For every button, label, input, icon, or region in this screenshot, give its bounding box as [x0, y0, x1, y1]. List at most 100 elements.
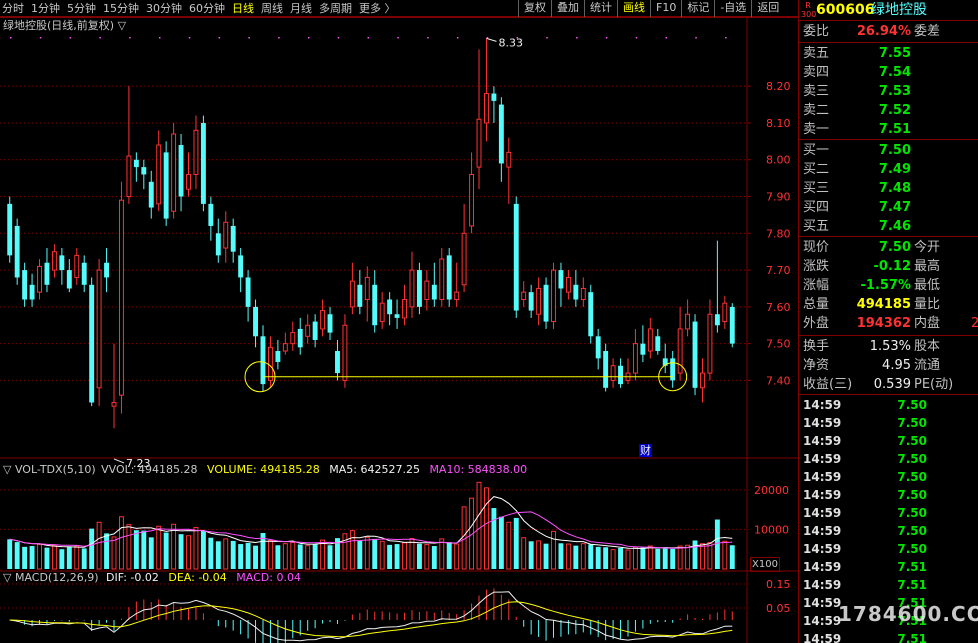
tick-row[interactable]: 14:59 7.50 [799, 450, 978, 468]
volume-bar [640, 547, 646, 569]
macd-indicator-name[interactable]: ▽ MACD(12,26,9) [3, 571, 99, 584]
volume-bar [51, 545, 57, 570]
tick-price: 7.51 [897, 578, 927, 592]
sell-level-price: 7.52 [878, 103, 911, 118]
quote-value: -0.12 [873, 259, 911, 274]
period-tab[interactable]: 5分钟 [67, 1, 96, 16]
period-tab[interactable]: 日线 [232, 1, 254, 16]
fundamental-label-2: 股本 [914, 339, 941, 354]
tick-time: 14:59 [803, 560, 842, 574]
buy-level-row: 买二 7.49 [799, 160, 978, 179]
event-dot [427, 37, 429, 39]
period-tab[interactable]: 周线 [261, 1, 283, 16]
tick-row[interactable]: 14:59 7.50 [799, 468, 978, 486]
volume-bar [565, 543, 571, 570]
candle [506, 137, 512, 204]
candle [305, 314, 311, 344]
volume-bar [431, 546, 437, 569]
candle [156, 130, 162, 212]
quote-label: 涨跌 [803, 259, 830, 274]
tick-row[interactable]: 14:59 7.51 [799, 558, 978, 576]
quote-row: 外盘 194362 内盘 2 [799, 314, 978, 333]
tick-row[interactable]: 14:59 7.50 [799, 504, 978, 522]
candle [677, 306, 683, 381]
period-tab[interactable]: 月线 [290, 1, 312, 16]
fundamental-label: 净资 [803, 358, 830, 373]
event-dot [129, 37, 131, 39]
sell-level-row: 卖一 7.51 [799, 120, 978, 139]
volume-bar [126, 524, 132, 570]
candle [461, 203, 467, 293]
buy-level-label: 买五 [803, 219, 830, 234]
tick-row[interactable]: 14:59 7.51 [799, 630, 978, 643]
fundamental-value: 4.95 [882, 358, 911, 373]
sell-level-row: 卖二 7.52 [799, 101, 978, 120]
period-tab[interactable]: 更多 〉 [359, 1, 396, 16]
tool-button[interactable]: 统计 [584, 0, 617, 17]
tick-price: 7.50 [897, 452, 927, 466]
divider [799, 42, 978, 43]
tool-button[interactable]: 叠加 [551, 0, 584, 17]
main-title[interactable]: 绿地控股(日线,前复权) ▽ [3, 19, 126, 32]
tick-row[interactable]: 14:59 7.50 [799, 540, 978, 558]
volume-bar [290, 541, 296, 570]
buy-level-price: 7.50 [878, 143, 911, 158]
chart-area[interactable]: 8.33 7.23 8.20 8.10 8.00 7.90 7.80 7.70 7.60 7.5… [0, 17, 798, 643]
quote-label-2: 内盘 [914, 316, 941, 331]
volume-bar [245, 542, 251, 569]
volume-bar [632, 546, 638, 570]
tool-button[interactable]: -自选 [714, 0, 751, 17]
quote-label-2: 最低 [914, 278, 941, 293]
volume-bar [677, 545, 683, 570]
period-tab[interactable]: 60分钟 [189, 1, 225, 16]
chart-tools: 复权 叠加 统计 画线 F10 标记 -自选 返回 [518, 0, 784, 17]
event-dot [635, 37, 638, 39]
tool-button[interactable]: F10 [650, 0, 681, 17]
finance-marker[interactable]: 财 [639, 444, 652, 457]
weicha-label: 委差 [914, 24, 941, 39]
tick-row[interactable]: 14:59 7.50 [799, 414, 978, 432]
tool-button[interactable]: 复权 [518, 0, 551, 17]
period-tab[interactable]: 15分钟 [103, 1, 139, 16]
tick-row[interactable]: 14:59 7.50 [799, 522, 978, 540]
candle [632, 328, 638, 381]
tick-row[interactable]: 14:59 7.51 [799, 576, 978, 594]
volume-bar [282, 543, 288, 570]
tick-row[interactable]: 14:59 7.50 [799, 396, 978, 414]
volume-bar [133, 530, 139, 569]
buy-level-price: 7.47 [878, 200, 911, 215]
vol-vvol: VVOL: 494185.28 [101, 463, 198, 476]
tick-row[interactable]: 14:59 7.50 [799, 432, 978, 450]
price-axis-label: 7.80 [766, 227, 791, 240]
volume-bar [409, 538, 415, 570]
sell-level-label: 卖一 [803, 122, 830, 137]
tool-button[interactable]: 画线 [617, 0, 650, 17]
period-tab[interactable]: 多周期 [319, 1, 352, 16]
candle [81, 255, 87, 293]
kline-chart[interactable]: 8.337.23 8.20 8.10 8.00 7.90 7.80 7.70 7.60 7.5… [0, 17, 798, 643]
event-dot [695, 37, 697, 39]
tick-price: 7.50 [897, 398, 927, 412]
buy-level-row: 买五 7.46 [799, 217, 978, 236]
tick-time: 14:59 [803, 452, 842, 466]
period-tab[interactable]: 1分钟 [31, 1, 60, 16]
tool-button[interactable]: 返回 [751, 0, 784, 17]
volume-bar [685, 544, 691, 570]
candle [565, 270, 571, 300]
period-tab[interactable]: 30分钟 [146, 1, 182, 16]
volume-bar [275, 545, 281, 569]
event-dot [397, 37, 399, 39]
price-axis-label: 8.10 [766, 117, 791, 130]
tool-button[interactable]: 标记 [681, 0, 714, 17]
price-axis-label: 7.60 [766, 301, 791, 314]
quote-panel: R 300 600606 绿地控股 委比 26.94% 委差 卖五 7.55 卖四 7… [798, 0, 978, 643]
tick-row[interactable]: 14:59 7.50 [799, 486, 978, 504]
volume-bar [439, 538, 445, 570]
vol-indicator-name[interactable]: ▽ VOL-TDX(5,10) [3, 463, 96, 476]
macd-axis-label: 0.05 [766, 602, 791, 615]
event-dot [307, 37, 310, 39]
weibi-row: 委比 26.94% 委差 [799, 22, 978, 41]
period-tab[interactable]: 分时 [2, 1, 24, 16]
volume-bar [156, 525, 162, 570]
volume-bar [200, 530, 206, 569]
